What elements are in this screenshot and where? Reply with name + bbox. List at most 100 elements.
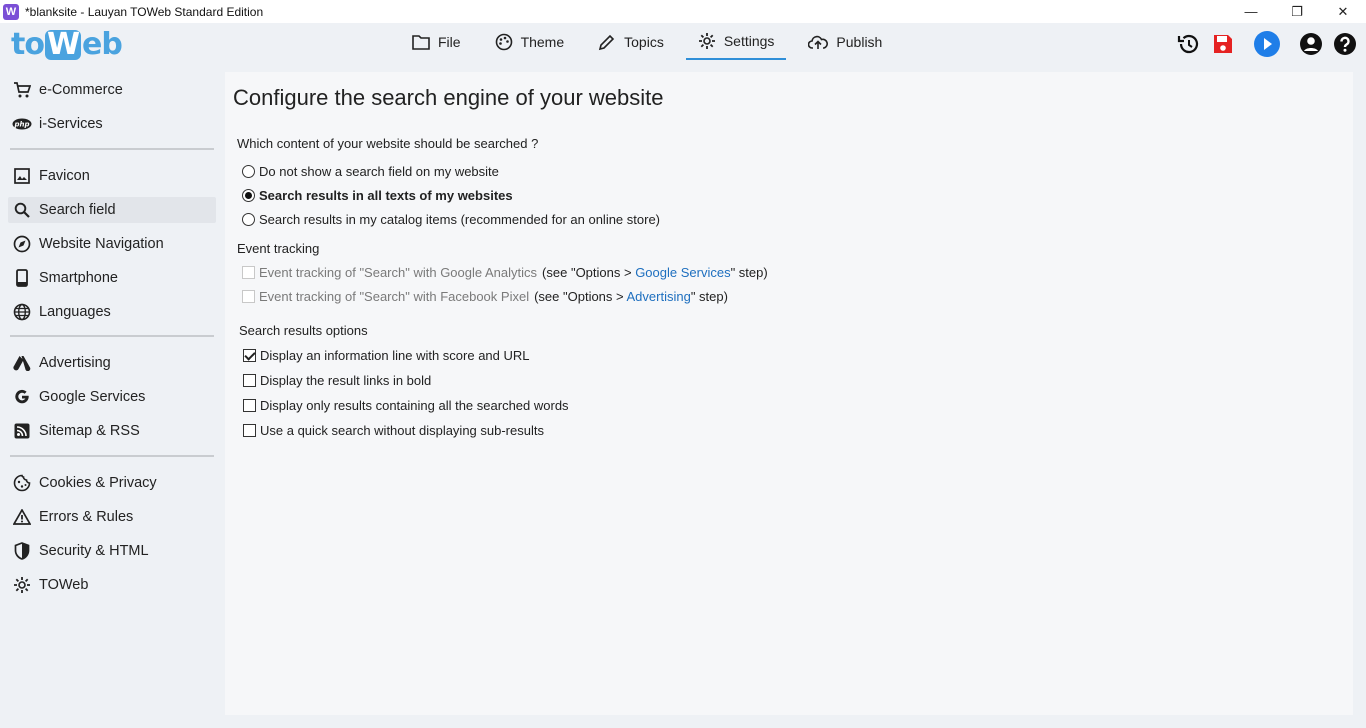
sidebar-item-label: Languages	[39, 304, 111, 320]
main-content-panel: Configure the search engine of your webs…	[225, 72, 1353, 715]
ads-icon	[12, 353, 32, 373]
cart-icon	[12, 80, 32, 100]
menu-publish[interactable]: Publish	[796, 23, 894, 60]
top-toolbar: to Web File Theme Topics Settings Publish	[0, 23, 1366, 69]
checkbox-quick-search[interactable]: Use a quick search without displaying su…	[243, 423, 544, 438]
pencil-icon	[599, 34, 615, 50]
sidebar-item-label: Google Services	[39, 389, 146, 405]
main-menu: File Theme Topics Settings Publish	[400, 23, 904, 69]
menu-file[interactable]: File	[400, 23, 473, 60]
cookie-icon	[12, 473, 32, 493]
minimize-button[interactable]: —	[1228, 0, 1274, 23]
event-tracking-heading: Event tracking	[237, 241, 320, 256]
checkbox-links-bold[interactable]: Display the result links in bold	[243, 373, 431, 388]
sidebar-item-label: e-Commerce	[39, 82, 123, 98]
checkbox	[242, 266, 255, 279]
account-button[interactable]	[1298, 31, 1324, 57]
checkbox	[242, 290, 255, 303]
sidebar-item-label: i-Services	[39, 116, 103, 132]
radio-search-catalog[interactable]: Search results in my catalog items (reco…	[242, 212, 660, 227]
google-services-link[interactable]: Google Services	[635, 265, 730, 280]
window-controls: — ❐ ✕	[1228, 0, 1366, 23]
compass-icon	[12, 234, 32, 254]
toweb-logo: to Web	[11, 27, 123, 62]
checkbox[interactable]	[243, 399, 256, 412]
sidebar-item-advertising[interactable]: Advertising	[8, 350, 216, 376]
save-icon	[1214, 35, 1232, 53]
restore-button[interactable]: ❐	[1274, 0, 1320, 23]
menu-topics-label: Topics	[624, 33, 664, 50]
checkbox[interactable]	[243, 374, 256, 387]
sidebar-item-label: Cookies & Privacy	[39, 475, 157, 491]
sidebar-item-google-services[interactable]: Google Services	[8, 384, 216, 410]
search-content-question: Which content of your website should be …	[237, 136, 539, 151]
history-button[interactable]	[1176, 31, 1202, 57]
sidebar-item-label: Search field	[39, 202, 116, 218]
account-icon	[1300, 33, 1322, 55]
sidebar-item-favicon[interactable]: Favicon	[8, 163, 216, 189]
options-hint: (see "Options > Advertising" step)	[534, 289, 728, 304]
palette-icon	[495, 33, 512, 50]
checkbox-all-words[interactable]: Display only results containing all the …	[243, 398, 569, 413]
checkbox[interactable]	[243, 424, 256, 437]
checkbox-label: Event tracking of "Search" with Google A…	[259, 265, 538, 280]
sidebar-item-label: Advertising	[39, 355, 111, 371]
sidebar-item-website-navigation[interactable]: Website Navigation	[8, 231, 216, 257]
sidebar-divider	[10, 455, 214, 457]
menu-theme[interactable]: Theme	[483, 23, 577, 60]
window-title: *blanksite - Lauyan TOWeb Standard Editi…	[25, 4, 264, 19]
help-icon	[1334, 33, 1356, 55]
sidebar-item-smartphone[interactable]: Smartphone	[8, 265, 216, 291]
checkbox-info-line[interactable]: Display an information line with score a…	[243, 348, 530, 363]
radio-button[interactable]	[242, 213, 255, 226]
sidebar-item-toweb[interactable]: TOWeb	[8, 572, 216, 598]
php-icon: php	[12, 114, 32, 134]
checkbox[interactable]	[243, 349, 256, 362]
hint-prefix: (see "Options >	[542, 265, 636, 280]
gear-icon	[12, 575, 32, 595]
radio-search-all-texts[interactable]: Search results in all texts of my websit…	[242, 188, 513, 203]
sidebar-item-sitemap-rss[interactable]: Sitemap & RSS	[8, 418, 216, 444]
settings-sidebar: e-Commerce php i-Services Favicon Search…	[0, 72, 224, 728]
advertising-link[interactable]: Advertising	[627, 289, 691, 304]
sidebar-item-cookies-privacy[interactable]: Cookies & Privacy	[8, 470, 216, 496]
checkbox-label: Event tracking of "Search" with Facebook…	[259, 289, 530, 304]
menu-publish-label: Publish	[836, 33, 883, 50]
sidebar-item-security-html[interactable]: Security & HTML	[8, 538, 216, 564]
menu-file-label: File	[438, 33, 461, 50]
menu-settings[interactable]: Settings	[685, 23, 787, 60]
close-button[interactable]: ✕	[1320, 0, 1366, 23]
hint-suffix: " step)	[730, 265, 768, 280]
svg-text:php: php	[13, 121, 29, 129]
sidebar-item-label: Website Navigation	[39, 236, 164, 252]
menu-theme-label: Theme	[520, 33, 565, 50]
help-button[interactable]	[1332, 31, 1358, 57]
menu-settings-label: Settings	[723, 32, 775, 49]
radio-button[interactable]	[242, 165, 255, 178]
radio-no-search-field[interactable]: Do not show a search field on my website	[242, 164, 499, 179]
sidebar-item-iservices[interactable]: php i-Services	[8, 111, 216, 137]
menu-topics[interactable]: Topics	[586, 23, 676, 60]
rss-icon	[12, 421, 32, 441]
sidebar-item-languages[interactable]: Languages	[8, 299, 216, 325]
folder-icon	[412, 34, 430, 50]
search-results-options-heading: Search results options	[239, 323, 368, 338]
shield-icon	[12, 541, 32, 561]
sidebar-item-errors-rules[interactable]: Errors & Rules	[8, 504, 216, 530]
sidebar-item-label: TOWeb	[39, 577, 89, 593]
sidebar-divider	[10, 335, 214, 337]
warning-icon	[12, 507, 32, 527]
toolbar-actions	[1168, 31, 1358, 57]
google-icon	[12, 387, 32, 407]
sidebar-item-ecommerce[interactable]: e-Commerce	[8, 77, 216, 103]
save-button[interactable]	[1210, 31, 1236, 57]
hint-suffix: " step)	[690, 289, 728, 304]
preview-button[interactable]	[1254, 31, 1280, 57]
sidebar-item-search-field[interactable]: Search field	[8, 197, 216, 223]
sidebar-item-label: Errors & Rules	[39, 509, 134, 525]
sidebar-item-label: Sitemap & RSS	[39, 423, 140, 439]
radio-button[interactable]	[242, 189, 255, 202]
hint-prefix: (see "Options >	[534, 289, 627, 304]
cloud-upload-icon	[808, 35, 829, 49]
sidebar-item-label: Security & HTML	[39, 543, 149, 559]
